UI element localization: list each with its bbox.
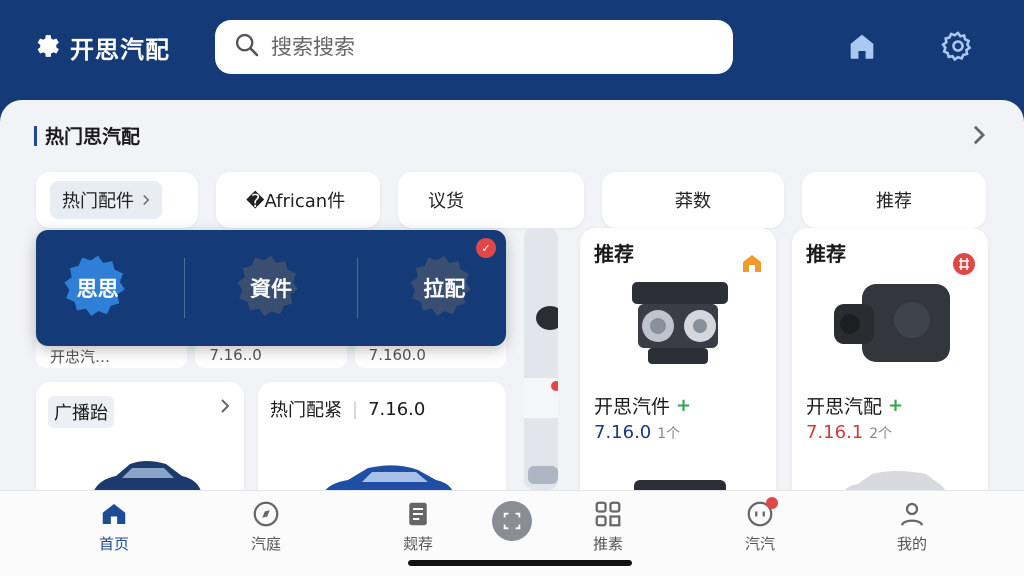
product-card[interactable]: 推荐 开思汽件 + 7.16.0 1个 xyxy=(580,228,776,490)
product-card[interactable]: 推荐 开思汽配 + 7.16.1 2个 xyxy=(792,228,988,490)
category-tab-2[interactable]: �African件 xyxy=(216,172,380,228)
nav-item-4[interactable]: 推素 xyxy=(568,499,648,554)
content-panel: 热门思汽配 热门配件 �African件 议货 莽数 推荐 开忠汽… 7.16.… xyxy=(0,100,1024,490)
suv-image xyxy=(845,471,946,490)
product-version: 7.16.1 xyxy=(806,422,864,443)
chevron-right-icon xyxy=(143,194,150,206)
category-card[interactable]: 热门配紧 | 7.16.0 xyxy=(258,382,506,490)
section-title: 热门思汽配 xyxy=(45,126,141,148)
peek-text: 7.16..0 xyxy=(209,346,262,364)
product-part-image xyxy=(632,282,728,364)
nav-item-home[interactable]: 首页 xyxy=(74,499,154,554)
product-name-row: 开思汽配 + xyxy=(806,392,903,419)
quick-entry-item[interactable]: 拉配 xyxy=(407,251,481,325)
category-tab-4[interactable]: 莽数 xyxy=(602,172,784,228)
category-label: 推荐 xyxy=(876,191,912,212)
car-thumbnail-icon xyxy=(524,228,558,490)
product-tag: 推荐 xyxy=(594,242,634,266)
add-icon[interactable]: + xyxy=(888,395,903,416)
notification-dot xyxy=(766,497,778,509)
category-card-title: 广播跆 xyxy=(48,396,114,428)
nav-label: 汽庭 xyxy=(250,535,281,553)
nav-label: 推素 xyxy=(592,535,623,553)
quick-entry-label: 資件 xyxy=(249,277,292,301)
separator: | xyxy=(352,398,359,420)
nav-label: 汽汽 xyxy=(744,535,775,553)
product-tag: 推荐 xyxy=(806,242,846,266)
section-accent-bar xyxy=(34,125,37,146)
product-part-image xyxy=(634,480,726,490)
category-card-title: 热门配紧 | 7.16.0 xyxy=(270,396,425,422)
category-label: �African件 xyxy=(246,191,346,212)
category-label: 议货 xyxy=(428,191,464,212)
home-icon xyxy=(102,504,126,524)
category-chip: 热门配件 xyxy=(50,181,162,219)
category-card[interactable]: 广播跆 xyxy=(36,382,244,490)
shop-badge-icon xyxy=(743,255,761,272)
quick-entry-label: 思思 xyxy=(76,277,119,301)
scan-button[interactable] xyxy=(492,501,532,541)
partial-card xyxy=(524,228,558,490)
sedan-image xyxy=(94,461,201,490)
product-count: 2个 xyxy=(869,426,893,442)
search-icon xyxy=(233,31,261,63)
product-count: 1个 xyxy=(657,426,681,442)
divider xyxy=(357,258,359,318)
quick-entry-popup: 思思 資件 拉配 ✓ xyxy=(36,230,506,346)
nav-item-2[interactable]: 汽庭 xyxy=(226,499,306,554)
quick-entry-item[interactable]: 資件 xyxy=(234,251,308,325)
document-icon xyxy=(409,502,427,526)
product-version: 7.16.0 xyxy=(594,422,652,443)
chevron-right-icon xyxy=(220,398,230,418)
category-card-label: 广播跆 xyxy=(48,396,114,428)
settings-gear-icon[interactable] xyxy=(940,28,976,64)
grid-icon xyxy=(595,501,621,527)
product-part-image xyxy=(834,284,950,362)
nav-label: 我的 xyxy=(896,535,927,553)
home-icon[interactable] xyxy=(844,28,880,64)
nav-label: 首页 xyxy=(98,535,129,553)
category-tab-3[interactable]: 议货 xyxy=(398,172,584,228)
search-bar[interactable] xyxy=(215,20,733,74)
category-tab-recommend[interactable]: 推荐 xyxy=(802,172,986,228)
section-header: 热门思汽配 xyxy=(34,122,140,149)
nav-item-3[interactable]: 觌荐 xyxy=(378,499,458,554)
category-label: 热门配件 xyxy=(62,191,134,212)
product-version-row: 7.16.0 1个 xyxy=(594,422,680,443)
close-badge-icon[interactable]: ✓ xyxy=(476,238,496,258)
scan-icon xyxy=(503,512,521,530)
product-version-row: 7.16.1 2个 xyxy=(806,422,892,443)
quick-entry-label: 拉配 xyxy=(423,277,466,301)
add-icon[interactable]: + xyxy=(676,395,691,416)
category-tabs: 热门配件 �African件 议货 莽数 推荐 xyxy=(36,172,986,228)
quick-entry-item[interactable]: 思思 xyxy=(61,251,135,325)
person-icon xyxy=(900,502,924,526)
peek-text: 7.160.0 xyxy=(368,346,426,364)
category-tab-hot-parts[interactable]: 热门配件 xyxy=(36,172,198,228)
app-header: 开思汽配 xyxy=(0,0,1024,100)
product-name: 开思汽件 xyxy=(594,396,671,418)
nav-item-5[interactable]: 汽汽 xyxy=(720,497,800,554)
peek-text: 开忠汽… xyxy=(50,348,111,366)
brand[interactable]: 开思汽配 xyxy=(32,30,170,65)
search-input[interactable] xyxy=(271,35,691,59)
product-name: 开思汽配 xyxy=(806,396,883,418)
gear-logo-icon xyxy=(32,31,62,65)
nav-label: 觌荐 xyxy=(402,535,433,553)
compass-icon xyxy=(253,501,279,527)
grid-badge-icon xyxy=(953,253,975,275)
product-name-row: 开思汽件 + xyxy=(594,392,691,419)
category-card-version: 7.16.0 xyxy=(368,398,426,420)
home-indicator xyxy=(408,560,632,566)
divider xyxy=(183,258,185,318)
section-more-chevron-icon[interactable] xyxy=(970,124,988,150)
hatchback-image xyxy=(325,465,453,490)
nav-item-profile[interactable]: 我的 xyxy=(872,499,952,554)
brand-name: 开思汽配 xyxy=(70,36,170,64)
category-card-label: 热门配紧 xyxy=(270,400,342,421)
category-label: 莽数 xyxy=(675,191,711,212)
